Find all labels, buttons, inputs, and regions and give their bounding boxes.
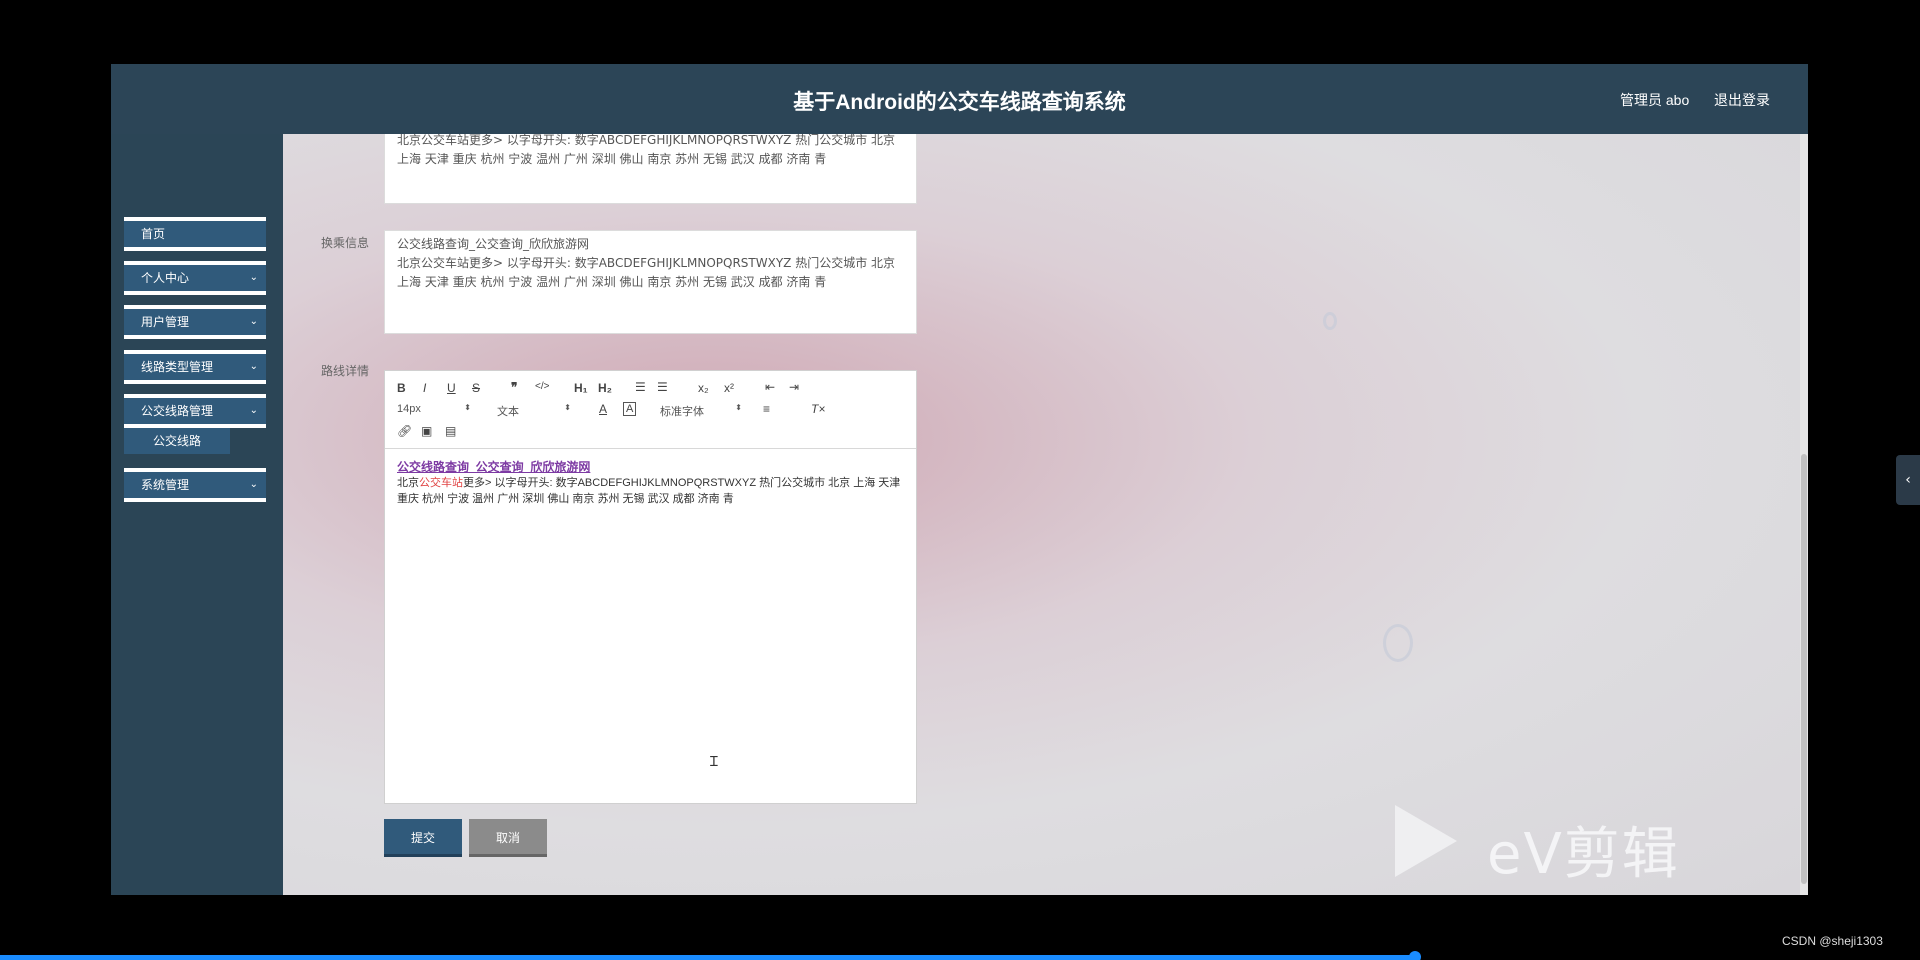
content-scrollbar[interactable]	[1800, 134, 1808, 895]
text-cursor-icon: Ɪ	[710, 754, 718, 770]
select-arrow-icon: ⬍	[464, 403, 471, 412]
sidebar-item-system-management[interactable]: 系统管理 ⌄	[124, 468, 266, 502]
sidebar-item-label: 个人中心	[141, 271, 190, 285]
select-arrow-icon: ⬍	[564, 403, 571, 412]
sidebar-item-label: 公交线路管理	[141, 404, 214, 418]
main-content: 北京公交车站更多> 以字母开头: 数字ABCDEFGHIJKLMNOPQRSTW…	[283, 134, 1808, 895]
subscript-icon[interactable]: x₂	[698, 381, 709, 395]
sidebar-item-label: 首页	[141, 227, 166, 241]
video-watermark: eV剪辑	[1395, 805, 1725, 887]
app-window: 基于Android的公交车线路查询系统 管理员 abo 退出登录 首页 个人中心…	[111, 64, 1808, 895]
sidebar-item-label: 用户管理	[141, 315, 190, 329]
sidebar-item-route-type-management[interactable]: 线路类型管理 ⌄	[124, 350, 266, 384]
font-size-select[interactable]: 14px ⬍	[397, 403, 471, 415]
paragraph-select[interactable]: 文本 ⬍	[497, 403, 571, 419]
content-text: 北京	[397, 477, 419, 489]
sidebar: 首页 个人中心 ⌄ 用户管理 ⌄ 线路类型管理 ⌄ 公交线路管理 ⌄ 公交线路 …	[111, 134, 283, 895]
blockquote-icon[interactable]: ❞	[511, 380, 517, 394]
content-heading: 公交线路查询_公交查询_欣欣旅游网	[397, 460, 591, 474]
link-icon[interactable]: 🔗︎	[397, 424, 412, 438]
bold-icon[interactable]: B	[397, 381, 406, 395]
font-family-value: 标准字体	[660, 406, 704, 418]
italic-icon[interactable]: I	[423, 381, 426, 395]
transfer-info-textarea[interactable]: 公交线路查询_公交查询_欣欣旅游网 北京公交车站更多> 以字母开头: 数字ABC…	[384, 230, 917, 334]
chevron-down-icon: ⌄	[249, 316, 258, 327]
video-progress-bar[interactable]	[0, 955, 1415, 960]
heading1-icon[interactable]: H₁	[574, 381, 588, 395]
paragraph-value: 文本	[497, 406, 519, 418]
font-family-select[interactable]: 标准字体 ⬍	[660, 403, 742, 419]
credit-text: CSDN @sheji1303	[1782, 934, 1883, 948]
superscript-icon[interactable]: x²	[724, 381, 734, 395]
content-paragraph: 北京公交车站更多> 以字母开头: 数字ABCDEFGHIJKLMNOPQRSTW…	[397, 475, 904, 507]
strikethrough-icon[interactable]: S	[472, 381, 480, 395]
font-size-value: 14px	[397, 403, 421, 415]
bullet-list-icon[interactable]: ☰	[657, 380, 668, 394]
submit-button[interactable]: 提交	[384, 819, 462, 857]
video-progress-handle[interactable]	[1409, 951, 1421, 960]
sidebar-item-label: 系统管理	[141, 478, 190, 492]
scrollbar-thumb[interactable]	[1801, 454, 1807, 884]
route-info-textarea[interactable]: 北京公交车站更多> 以字母开头: 数字ABCDEFGHIJKLMNOPQRSTW…	[384, 134, 917, 204]
sidebar-item-personal-center[interactable]: 个人中心 ⌄	[124, 261, 266, 295]
sidebar-item-bus-route-management[interactable]: 公交线路管理 ⌄	[124, 394, 266, 428]
top-header: 基于Android的公交车线路查询系统 管理员 abo 退出登录	[111, 64, 1808, 134]
align-icon[interactable]: ≡	[763, 402, 770, 416]
transfer-line-2: 北京公交车站更多> 以字母开头: 数字ABCDEFGHIJKLMNOPQRSTW…	[397, 256, 896, 289]
chevron-up-icon: ⌄	[249, 405, 258, 416]
play-logo-icon	[1395, 805, 1457, 877]
transfer-info-label: 换乘信息	[321, 236, 370, 250]
outdent-icon[interactable]: ⇤	[765, 380, 775, 394]
logout-link[interactable]: 退出登录	[1714, 90, 1770, 110]
rich-text-editor[interactable]: B I U S ❞ </> H₁ H₂ ☰ ☰ x₂ x² ⇤ ⇥ 14px ⬍	[384, 370, 917, 804]
chevron-down-icon: ⌄	[249, 479, 258, 490]
chevron-down-icon: ⌄	[249, 361, 258, 372]
underline-icon[interactable]: U	[447, 381, 456, 395]
collapse-panel-button[interactable]: ‹	[1896, 455, 1920, 505]
indent-icon[interactable]: ⇥	[789, 380, 799, 394]
code-block-icon[interactable]: </>	[535, 381, 549, 392]
sidebar-subitem-bus-route[interactable]: 公交线路	[124, 428, 230, 454]
sidebar-item-user-management[interactable]: 用户管理 ⌄	[124, 305, 266, 339]
font-color-icon[interactable]: A	[599, 402, 607, 416]
image-icon[interactable]: ▣	[421, 424, 432, 438]
sidebar-item-home[interactable]: 首页	[124, 217, 266, 251]
clear-format-icon[interactable]: T×	[811, 402, 825, 416]
content-text: 更多> 以字母开头: 数字ABCDEFGHIJKLMNOPQRSTWXYZ 热门…	[397, 477, 901, 505]
editor-content[interactable]: 公交线路查询_公交查询_欣欣旅游网 北京公交车站更多> 以字母开头: 数字ABC…	[397, 459, 904, 507]
background-color-icon[interactable]: A	[623, 402, 637, 416]
video-icon[interactable]: ▤	[445, 424, 456, 438]
background-decoration	[1323, 312, 1337, 330]
sidebar-item-label: 线路类型管理	[141, 360, 214, 374]
chevron-down-icon: ⌄	[249, 272, 258, 283]
current-user: 管理员 abo	[1620, 92, 1690, 108]
watermark-text: eV剪辑	[1487, 822, 1680, 887]
select-arrow-icon: ⬍	[735, 403, 742, 412]
page-title: 基于Android的公交车线路查询系统	[793, 91, 1126, 114]
content-link: 公交车站	[419, 477, 463, 489]
heading2-icon[interactable]: H₂	[598, 381, 612, 395]
background-decoration	[1383, 624, 1413, 662]
ordered-list-icon[interactable]: ☰	[635, 380, 646, 394]
cancel-button[interactable]: 取消	[469, 819, 547, 857]
route-detail-label: 路线详情	[321, 364, 370, 378]
editor-toolbar: B I U S ❞ </> H₁ H₂ ☰ ☰ x₂ x² ⇤ ⇥ 14px ⬍	[385, 371, 916, 449]
transfer-line-1: 公交线路查询_公交查询_欣欣旅游网	[397, 237, 590, 251]
